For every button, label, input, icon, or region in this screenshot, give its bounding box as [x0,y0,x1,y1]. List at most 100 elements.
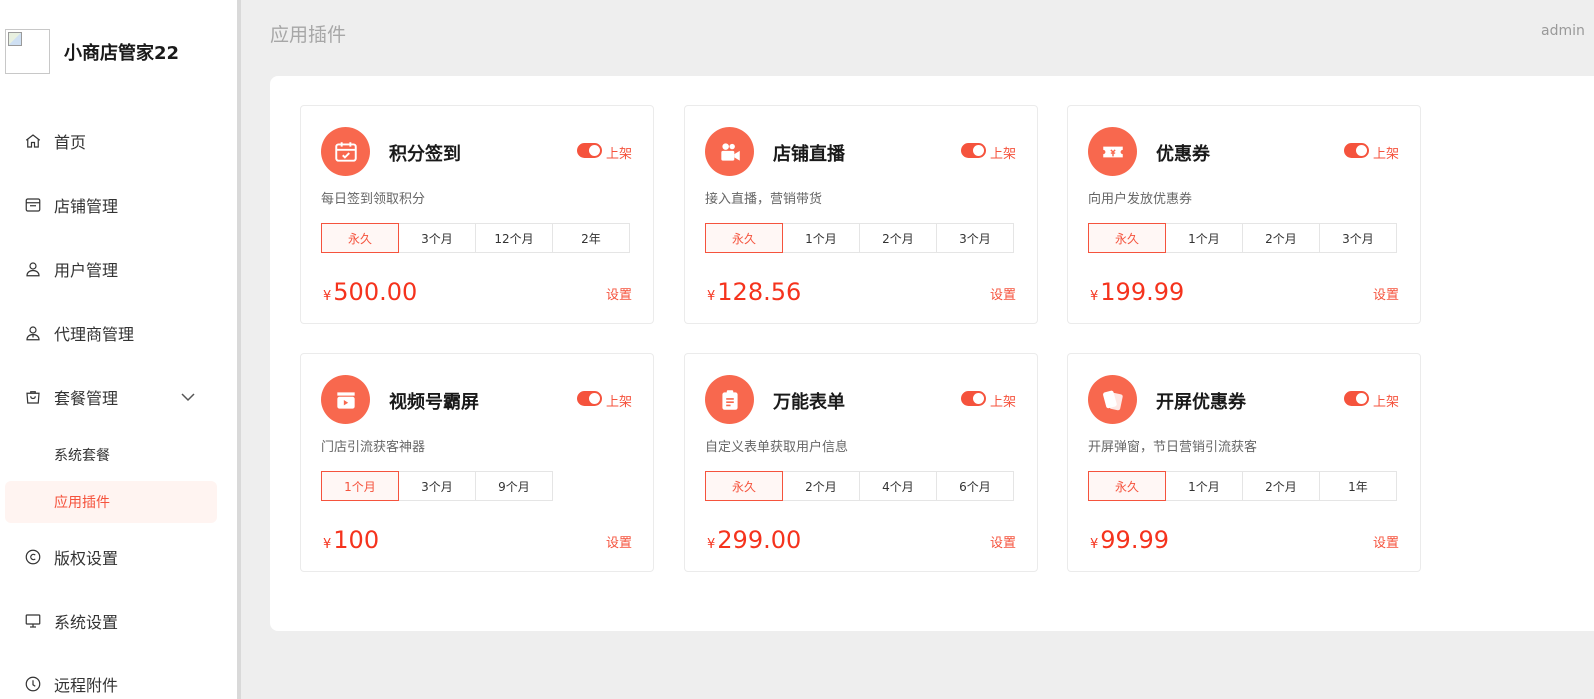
duration-option[interactable]: 永久 [321,223,399,253]
sidebar-subitem-plugins[interactable]: 应用插件 [5,481,217,523]
sidebar-subitem-label: 应用插件 [54,495,110,511]
clapper-icon [321,375,370,424]
sidebar-item-store[interactable]: 店铺管理 [0,185,237,225]
sidebar-item-label: 代理商管理 [54,325,135,344]
duration-option[interactable]: 1个月 [321,471,399,501]
status-toggle[interactable] [577,143,602,158]
sidebar-subitem-label: 系统套餐 [54,448,110,464]
plugin-price: ¥128.56 [707,278,801,306]
sidebar-subitem-system-packages[interactable]: 系统套餐 [5,434,217,476]
duration-options: 1个月 3个月 9个月 [321,471,553,501]
duration-option[interactable]: 1个月 [1165,471,1243,501]
plugin-name: 万能表单 [773,392,845,413]
plugin-price: ¥199.99 [1090,278,1184,306]
plugin-name: 优惠券 [1156,144,1210,165]
duration-option[interactable]: 3个月 [398,471,476,501]
duration-option[interactable]: 3个月 [398,223,476,253]
settings-link[interactable]: 设置 [606,532,632,551]
duration-option[interactable]: 1年 [1319,471,1397,501]
user-icon [24,260,42,278]
bag-icon [24,388,42,406]
tickets-icon [1088,375,1137,424]
plugin-description: 自定义表单获取用户信息 [705,440,849,455]
user-name[interactable]: admin [1541,23,1585,39]
price-amount: 500.00 [333,278,418,306]
plugin-card-splash-coupon: 开屏优惠券 上架 开屏弹窗，节日营销引流获客 永久 1个月 2个月 1年 ¥99… [1067,353,1421,572]
status-toggle[interactable] [1344,143,1369,158]
settings-link[interactable]: 设置 [990,532,1016,551]
plugin-price: ¥500.00 [323,278,417,306]
duration-option[interactable]: 2个月 [782,471,860,501]
duration-option[interactable]: 2个月 [1242,471,1320,501]
duration-option[interactable]: 12个月 [475,223,553,253]
duration-option[interactable]: 永久 [1088,223,1166,253]
duration-option[interactable]: 1个月 [782,223,860,253]
page-title: 应用插件 [270,24,347,46]
status-label: 上架 [990,395,1017,410]
sidebar-item-label: 首页 [54,133,87,152]
sidebar-item-system-settings[interactable]: 系统设置 [0,601,237,641]
plugin-description: 每日签到领取积分 [321,192,426,207]
duration-option[interactable]: 永久 [705,223,783,253]
duration-option[interactable]: 4个月 [859,471,937,501]
sidebar-item-label: 用户管理 [54,261,119,280]
duration-option[interactable]: 3个月 [936,223,1014,253]
cloud-icon [24,675,42,693]
sidebar-item-label: 版权设置 [54,549,119,568]
duration-option[interactable]: 2个月 [859,223,937,253]
chevron-down-icon [180,389,196,405]
currency-symbol: ¥ [1090,289,1099,304]
sidebar-item-home[interactable]: 首页 [0,121,237,161]
price-amount: 199.99 [1100,278,1185,306]
home-icon [24,132,42,150]
copyright-icon [24,548,42,566]
plugin-card-coupon: 优惠券 上架 向用户发放优惠券 永久 1个月 2个月 3个月 ¥199.99 设… [1067,105,1421,324]
price-amount: 299.00 [717,526,802,554]
settings-link[interactable]: 设置 [1373,284,1399,303]
plugin-card-points-checkin: 积分签到 上架 每日签到领取积分 永久 3个月 12个月 2年 ¥500.00 … [300,105,654,324]
duration-option[interactable]: 1个月 [1165,223,1243,253]
sidebar: 小商店管家22 首页 店铺管理 用户管理 代理商管理 套餐管理 系统套餐 应用插… [0,0,237,699]
sidebar-item-packages[interactable]: 套餐管理 [0,377,237,417]
sidebar-item-copyright[interactable]: 版权设置 [0,537,237,577]
duration-option[interactable]: 6个月 [936,471,1014,501]
duration-option[interactable]: 2年 [552,223,630,253]
currency-symbol: ¥ [707,289,716,304]
plugin-name: 视频号霸屏 [389,392,479,413]
status-label: 上架 [1373,395,1400,410]
plugin-price: ¥100 [323,526,379,554]
store-icon [24,196,42,214]
logo-image [5,29,50,74]
duration-option[interactable]: 3个月 [1319,223,1397,253]
sidebar-item-users[interactable]: 用户管理 [0,249,237,289]
plugin-description: 接入直播，营销带货 [705,192,823,207]
duration-options: 永久 2个月 4个月 6个月 [705,471,1014,501]
sidebar-item-agents[interactable]: 代理商管理 [0,313,237,353]
duration-options: 永久 1个月 2个月 3个月 [705,223,1014,253]
duration-option[interactable]: 永久 [1088,471,1166,501]
clipboard-icon [705,375,754,424]
duration-option[interactable]: 永久 [705,471,783,501]
settings-link[interactable]: 设置 [990,284,1016,303]
settings-link[interactable]: 设置 [606,284,632,303]
duration-option[interactable]: 2个月 [1242,223,1320,253]
duration-option[interactable]: 9个月 [475,471,553,501]
app-name: 小商店管家22 [64,42,180,64]
monitor-icon [24,612,42,630]
sidebar-item-label: 远程附件 [54,676,119,695]
sidebar-item-label: 套餐管理 [54,389,119,408]
sidebar-item-remote-attachments[interactable]: 远程附件 [0,664,237,699]
plugin-card-universal-form: 万能表单 上架 自定义表单获取用户信息 永久 2个月 4个月 6个月 ¥299.… [684,353,1038,572]
settings-link[interactable]: 设置 [1373,532,1399,551]
status-toggle[interactable] [961,143,986,158]
logo-area[interactable]: 小商店管家22 [5,29,179,74]
plugin-card-live-stream: 店铺直播 上架 接入直播，营销带货 永久 1个月 2个月 3个月 ¥128.56… [684,105,1038,324]
currency-symbol: ¥ [323,289,332,304]
status-toggle[interactable] [1344,391,1369,406]
duration-options: 永久 1个月 2个月 3个月 [1088,223,1397,253]
status-toggle[interactable] [961,391,986,406]
plugin-description: 开屏弹窗，节日营销引流获客 [1088,440,1258,455]
status-toggle[interactable] [577,391,602,406]
status-label: 上架 [606,147,633,162]
plugin-description: 门店引流获客神器 [321,440,426,455]
